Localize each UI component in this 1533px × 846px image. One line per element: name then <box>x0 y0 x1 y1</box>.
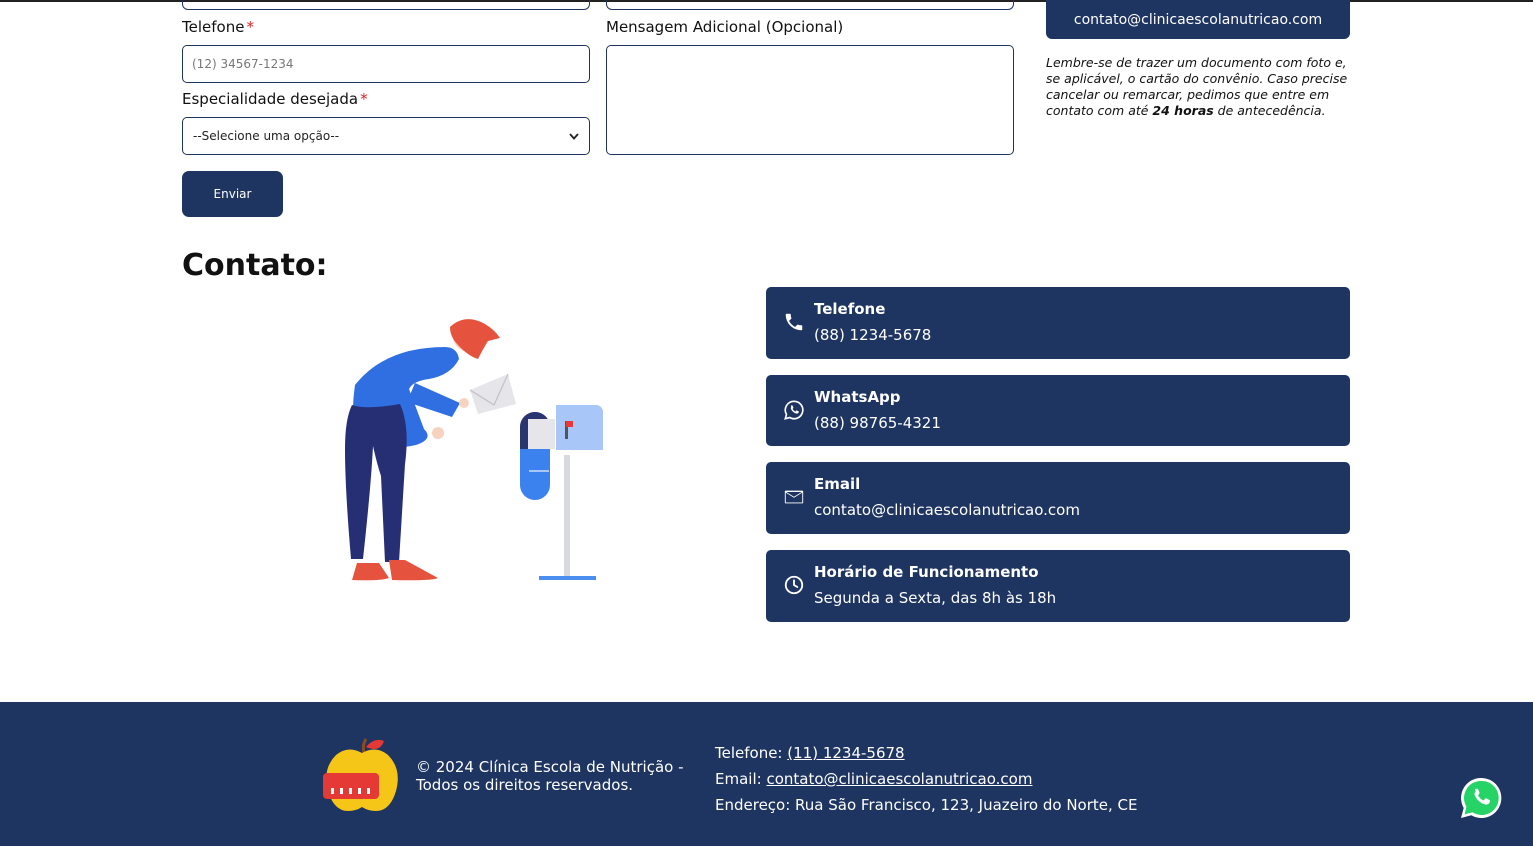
contact-section-title: Contato: <box>182 248 328 283</box>
footer-copyright: © 2024 Clínica Escola de Nutrição - Todo… <box>416 758 684 794</box>
phone-label-text: Telefone <box>182 18 245 36</box>
note-text-2: de antecedência. <box>1213 103 1326 118</box>
footer-address: Endereço: Rua São Francisco, 123, Juazei… <box>715 796 1138 814</box>
message-label: Mensagem Adicional (Opcional) <box>606 18 844 36</box>
clock-icon <box>784 575 804 595</box>
contact-card-value: Segunda a Sexta, das 8h às 18h <box>814 589 1057 607</box>
name-field-partial[interactable] <box>182 0 590 10</box>
footer-contact-info: Telefone: (11) 1234-5678 Email: contato@… <box>715 740 1137 818</box>
clinic-logo <box>323 738 398 811</box>
footer-email-label: Email: <box>715 770 762 788</box>
mail-icon <box>784 490 804 504</box>
contact-card-hours[interactable]: Horário de Funcionamento Segunda a Sexta… <box>766 550 1350 622</box>
email-button[interactable]: contato@clinicaescolanutricao.com <box>1046 0 1350 39</box>
specialty-label: Especialidade desejada * <box>182 90 368 108</box>
footer-phone-label: Telefone: <box>715 744 783 762</box>
mailbox-illustration <box>345 319 603 581</box>
contact-card-email[interactable]: Email contato@clinicaescolanutricao.com <box>766 462 1350 534</box>
phone-input[interactable] <box>182 45 590 83</box>
appointment-note: Lembre-se de trazer um documento com fot… <box>1046 55 1350 119</box>
whatsapp-float-button[interactable] <box>1459 776 1503 820</box>
contact-card-title: Email <box>814 475 861 493</box>
contact-card-title: WhatsApp <box>814 388 901 406</box>
contact-card-phone[interactable]: Telefone (88) 1234-5678 <box>766 287 1350 359</box>
specialty-label-text: Especialidade desejada <box>182 90 359 108</box>
footer-phone-link[interactable]: (11) 1234-5678 <box>787 744 904 762</box>
contact-card-value: (88) 1234-5678 <box>814 326 932 344</box>
contact-card-title: Telefone <box>814 300 886 318</box>
contact-card-whatsapp[interactable]: WhatsApp (88) 98765-4321 <box>766 375 1350 446</box>
message-textarea[interactable] <box>606 45 1014 155</box>
footer-email-link[interactable]: contato@clinicaescolanutricao.com <box>766 770 1032 788</box>
specialty-select[interactable]: --Selecione uma opção-- <box>182 117 590 155</box>
contact-card-value: contato@clinicaescolanutricao.com <box>814 501 1080 519</box>
contact-card-title: Horário de Funcionamento <box>814 563 1039 581</box>
phone-label: Telefone * <box>182 18 254 36</box>
note-text-bold: 24 horas <box>1152 103 1214 118</box>
required-marker: * <box>360 90 368 108</box>
chevron-down-icon <box>569 129 579 143</box>
footer-email-line: Email: contato@clinicaescolanutricao.com <box>715 766 1137 792</box>
whatsapp-icon <box>784 400 804 420</box>
email-field-partial[interactable] <box>606 0 1014 10</box>
footer-phone-line: Telefone: (11) 1234-5678 <box>715 740 1137 766</box>
phone-icon <box>785 313 803 331</box>
required-marker: * <box>246 18 254 36</box>
submit-button[interactable]: Enviar <box>182 171 283 217</box>
specialty-select-value: --Selecione uma opção-- <box>193 129 340 143</box>
footer: © 2024 Clínica Escola de Nutrição - Todo… <box>0 702 1533 846</box>
contact-card-value: (88) 98765-4321 <box>814 414 941 432</box>
